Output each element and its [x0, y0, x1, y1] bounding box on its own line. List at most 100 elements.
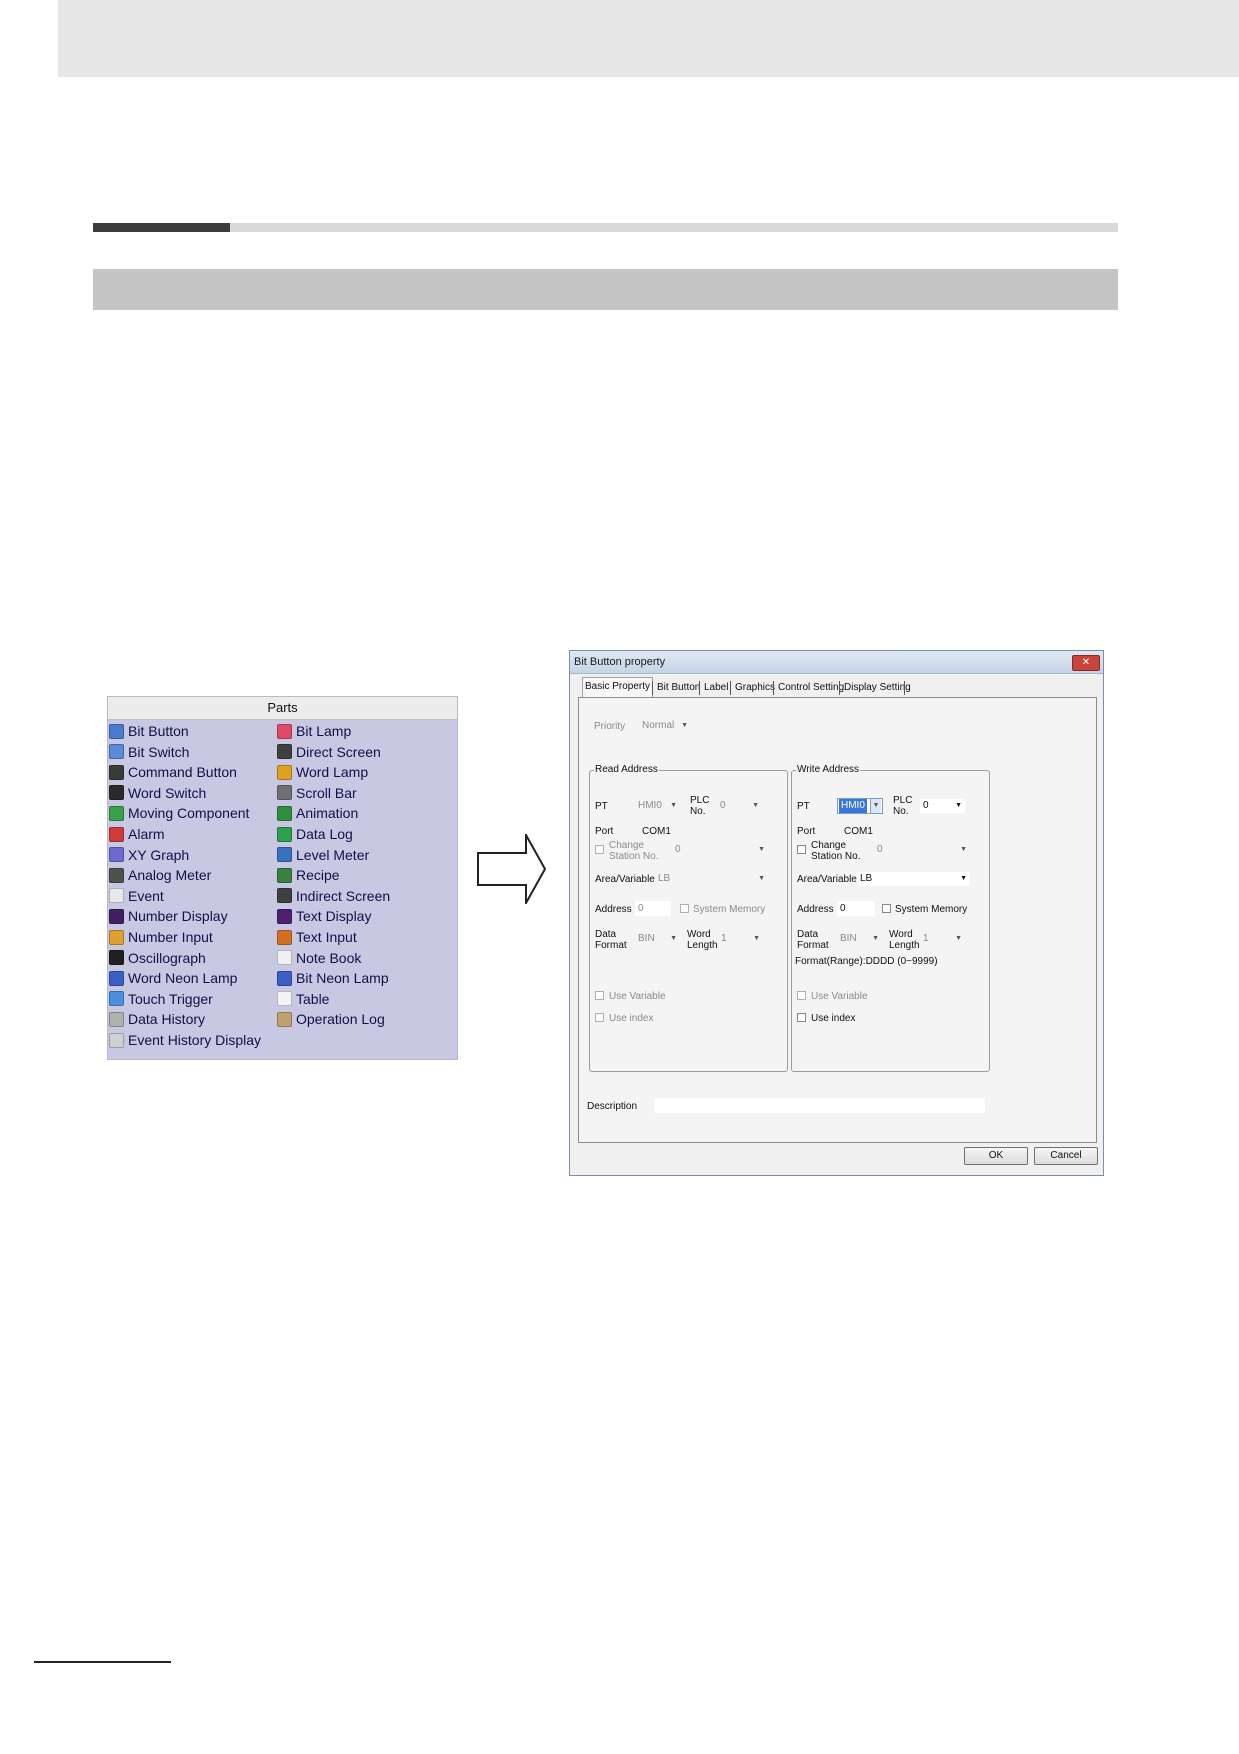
chevron-down-icon: ▼: [758, 875, 765, 882]
parts-item[interactable]: Oscillograph: [109, 948, 206, 968]
parts-item[interactable]: Direct Screen: [277, 742, 381, 762]
oscillograph-icon: [109, 950, 124, 966]
parts-item[interactable]: Table: [277, 989, 329, 1009]
write-address-group: Write Address PT HMI0 ▼ PLC No. 0 ▼ Port…: [791, 764, 990, 1072]
write-use-variable-checkbox[interactable]: [797, 991, 806, 1000]
bit-button-property-dialog: Bit Button property ✕ Basic Property Bit…: [569, 650, 1104, 1176]
parts-item[interactable]: Data History: [109, 1009, 205, 1029]
write-plc-select[interactable]: 0 ▼: [920, 799, 965, 813]
parts-item-label: Text Display: [296, 908, 372, 925]
parts-item[interactable]: Analog Meter: [109, 865, 211, 885]
description-input[interactable]: [654, 1098, 985, 1113]
parts-item[interactable]: Data Log: [277, 824, 353, 844]
read-pt-label: PT: [595, 801, 608, 812]
chevron-down-icon: ▼: [955, 802, 962, 809]
tab-separator: [652, 681, 653, 695]
parts-item[interactable]: Command Button: [109, 762, 237, 782]
tab-label[interactable]: Label: [702, 679, 730, 697]
parts-item-label: Bit Neon Lamp: [296, 970, 389, 987]
read-use-index-checkbox[interactable]: [595, 1013, 604, 1022]
read-change-station-checkbox[interactable]: [595, 845, 604, 854]
parts-item[interactable]: Text Display: [277, 906, 371, 926]
text-display-icon: [277, 908, 292, 924]
parts-item-label: Text Input: [296, 929, 357, 945]
write-change-station-label: Change Station No.: [811, 840, 861, 862]
parts-item[interactable]: Animation: [277, 803, 358, 823]
write-station-select[interactable]: 0 ▼: [874, 843, 970, 857]
read-plc-select[interactable]: 0 ▼: [717, 799, 762, 813]
parts-item[interactable]: Moving Component: [109, 803, 249, 823]
parts-item[interactable]: Bit Switch: [109, 742, 189, 762]
read-system-memory-checkbox[interactable]: [680, 904, 689, 913]
parts-item[interactable]: Text Input: [277, 927, 357, 947]
read-data-format-label: Data Format: [595, 929, 627, 951]
write-address-input[interactable]: 0: [837, 901, 875, 916]
parts-item[interactable]: Alarm: [109, 824, 165, 844]
parts-item[interactable]: Scroll Bar: [277, 783, 357, 803]
read-data-format-select[interactable]: BIN ▼: [635, 932, 680, 946]
parts-item-label: Touch Trigger: [128, 990, 213, 1007]
parts-item-label: Animation: [296, 805, 359, 822]
parts-item[interactable]: XY Graph: [109, 845, 189, 865]
read-use-variable-checkbox[interactable]: [595, 991, 604, 1000]
parts-panel: Parts Bit Button Bit Lamp Bit Switch Direct…: [107, 696, 458, 1060]
write-address-label: Address: [797, 904, 834, 915]
parts-item[interactable]: Word Lamp: [277, 762, 368, 782]
dialog-title: Bit Button property: [570, 651, 1103, 674]
chevron-down-icon: ▼: [870, 799, 881, 813]
write-word-length-select[interactable]: 1 ▼: [920, 932, 965, 946]
parts-item[interactable]: Touch Trigger: [109, 989, 213, 1009]
write-use-index-checkbox[interactable]: [797, 1013, 806, 1022]
touch-trigger-icon: [109, 991, 124, 1007]
parts-item[interactable]: Bit Neon Lamp: [277, 968, 389, 988]
write-data-format-select[interactable]: BIN ▼: [837, 932, 882, 946]
table-icon: [277, 991, 292, 1007]
parts-item[interactable]: Operation Log: [277, 1009, 385, 1029]
write-area-select[interactable]: LB ▼: [857, 872, 970, 886]
data-history-icon: [109, 1011, 124, 1027]
parts-item[interactable]: Number Display: [109, 906, 228, 926]
chevron-down-icon: ▼: [681, 722, 688, 729]
write-change-station-checkbox[interactable]: [797, 845, 806, 854]
parts-item[interactable]: Recipe: [277, 865, 340, 885]
event-history-display-icon: [109, 1032, 124, 1048]
read-address-input[interactable]: 0: [635, 901, 671, 916]
cancel-button[interactable]: Cancel: [1034, 1147, 1098, 1165]
operation-log-icon: [277, 1011, 292, 1027]
parts-item-label: Word Lamp: [296, 764, 369, 781]
ok-button[interactable]: OK: [964, 1147, 1028, 1165]
section-rule-accent: [93, 223, 230, 232]
write-system-memory-label: System Memory: [895, 904, 968, 915]
tab-basic-property[interactable]: Basic Property: [582, 677, 654, 699]
tab-bit-button[interactable]: Bit Button: [655, 679, 702, 697]
parts-item[interactable]: Event History Display: [109, 1030, 261, 1050]
read-pt-select[interactable]: HMI0 ▼: [635, 799, 680, 813]
parts-item[interactable]: Level Meter: [277, 845, 369, 865]
priority-select[interactable]: Normal ▼: [639, 719, 691, 733]
parts-item[interactable]: Indirect Screen: [277, 886, 390, 906]
read-station-select[interactable]: 0 ▼: [672, 843, 768, 857]
tab-display-setting[interactable]: Display Setting: [842, 679, 913, 697]
write-system-memory-checkbox[interactable]: [882, 904, 891, 913]
parts-item-label: Moving Component: [128, 805, 250, 822]
tab-control-setting[interactable]: Control Setting: [776, 679, 846, 697]
analog-meter-icon: [109, 867, 124, 883]
chevron-down-icon: ▼: [670, 802, 677, 809]
write-pt-select[interactable]: HMI0 ▼: [837, 798, 883, 814]
write-pt-label: PT: [797, 801, 810, 812]
read-area-label: Area/Variable: [595, 874, 655, 885]
parts-item[interactable]: Number Input: [109, 927, 213, 947]
tab-graphics[interactable]: Graphics: [733, 679, 777, 697]
parts-item[interactable]: Bit Button: [109, 721, 189, 741]
read-word-length-select[interactable]: 1 ▼: [718, 932, 763, 946]
parts-item[interactable]: Event: [109, 886, 164, 906]
parts-item[interactable]: Word Neon Lamp: [109, 968, 237, 988]
close-button[interactable]: ✕: [1072, 655, 1100, 671]
moving-component-icon: [109, 805, 124, 821]
write-use-index-label: Use index: [811, 1013, 856, 1024]
read-area-select[interactable]: LB ▼: [655, 872, 768, 886]
parts-item[interactable]: Note Book: [277, 948, 361, 968]
parts-item[interactable]: Word Switch: [109, 783, 206, 803]
parts-item-label: Bit Button: [128, 723, 189, 739]
parts-item[interactable]: Bit Lamp: [277, 721, 351, 741]
